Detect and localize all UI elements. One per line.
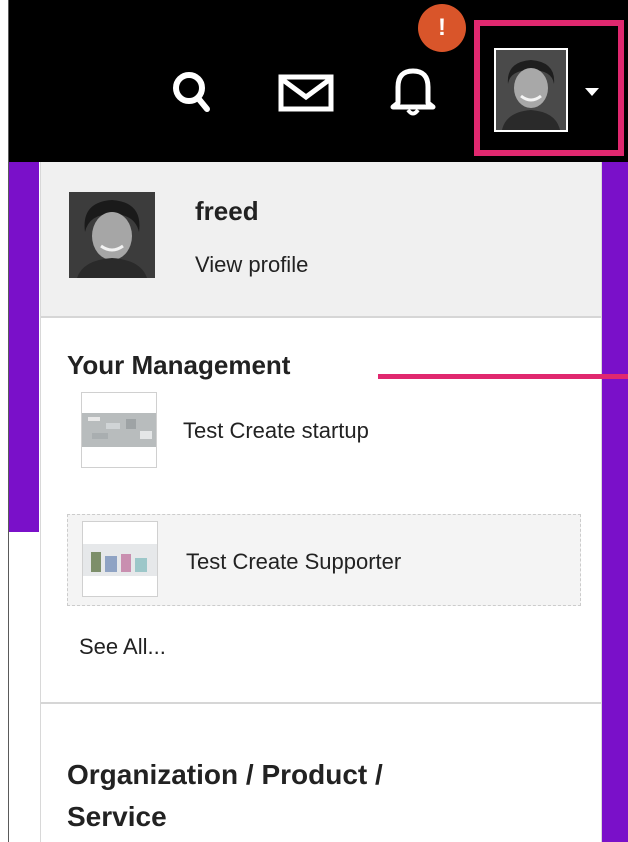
annotation-connector-line: [378, 374, 628, 379]
profile-photo-icon: [69, 192, 155, 278]
view-profile-link[interactable]: View profile: [195, 252, 308, 278]
see-all-link[interactable]: See All...: [79, 634, 166, 660]
management-item-thumbnail: [82, 521, 158, 597]
management-item-label: Test Create Supporter: [186, 549, 402, 574]
user-dropdown-menu: freed View profile Your Management Test …: [40, 162, 602, 842]
notification-badge[interactable]: !: [418, 4, 466, 52]
section-divider: [41, 702, 601, 704]
organization-heading: Organization / Product / Service: [67, 759, 383, 832]
management-item-thumbnail: [81, 392, 157, 468]
messages-button[interactable]: [276, 72, 336, 114]
search-button[interactable]: [168, 68, 216, 116]
avatar: [496, 50, 566, 130]
mail-icon: [278, 74, 334, 112]
background-purple-panel-left: [9, 162, 39, 532]
caret-down-icon[interactable]: [585, 88, 599, 96]
background-purple-panel-right: [600, 162, 628, 842]
profile-avatar: [69, 192, 155, 278]
startup-thumbnail-image-icon: [82, 393, 156, 467]
avatar-menu-button[interactable]: [494, 48, 568, 132]
supporter-thumbnail-image-icon: [83, 522, 157, 596]
notifications-button[interactable]: [385, 62, 441, 118]
management-item-supporter[interactable]: Test Create Supporter: [67, 514, 581, 606]
your-management-heading: Your Management: [67, 350, 291, 380]
username: freed: [195, 196, 259, 226]
management-item-label: Test Create startup: [183, 418, 369, 443]
management-item-startup[interactable]: Test Create startup: [67, 392, 579, 482]
bell-icon: [390, 68, 436, 116]
search-icon: [173, 72, 210, 112]
profile-header[interactable]: freed View profile: [41, 162, 601, 318]
